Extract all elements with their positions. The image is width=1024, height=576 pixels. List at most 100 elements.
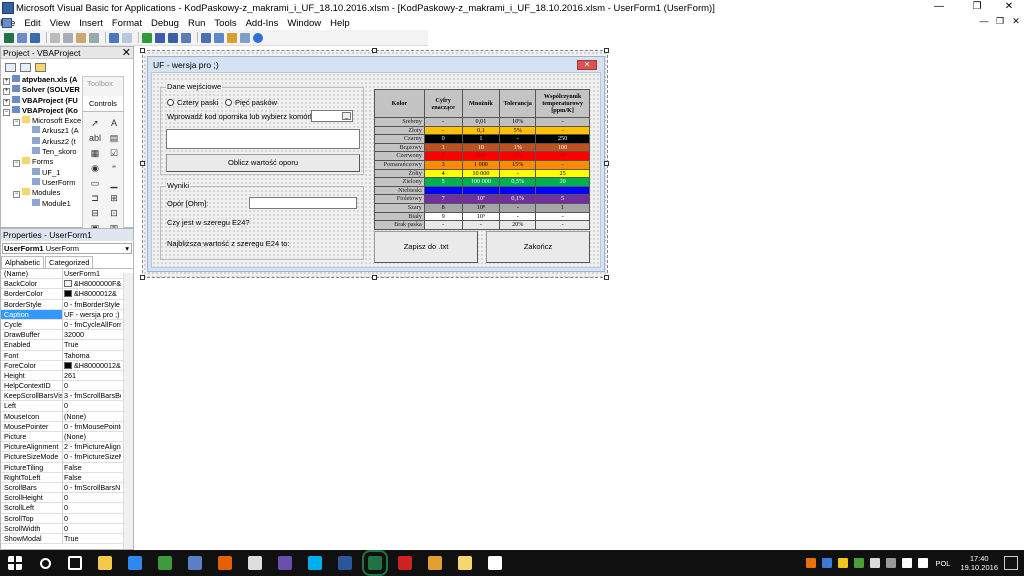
tray-icon[interactable] [918, 558, 929, 568]
property-value[interactable]: 3 - fmScrollBarsBo [63, 391, 121, 400]
property-row[interactable]: ScrollBars 0 - fmScrollBarsN [1, 482, 133, 494]
document-icon[interactable] [2, 18, 12, 28]
property-row[interactable]: PictureTiling False [1, 462, 133, 473]
tab-alphabetic[interactable]: Alphabetic [1, 256, 45, 268]
tray-icon[interactable] [886, 558, 897, 568]
toolbox-tool-icon[interactable]: ⁼ [107, 161, 121, 173]
menu-view[interactable]: View [50, 18, 70, 29]
save-to-txt-button[interactable]: Zapisz do .txt [374, 231, 478, 263]
break-icon[interactable] [155, 32, 165, 43]
run-icon[interactable] [142, 32, 152, 43]
property-row[interactable]: (Name) UserForm1 [1, 269, 133, 280]
app-circle-icon[interactable] [480, 550, 510, 576]
app-blue-doc-icon[interactable] [180, 550, 210, 576]
app-badge-icon[interactable] [270, 550, 300, 576]
store-icon[interactable] [120, 550, 150, 576]
input-frame[interactable]: Dane wejściowe Cztery paski Pięć pasków … [160, 82, 364, 175]
word-icon[interactable] [330, 550, 360, 576]
excel-icon[interactable] [360, 550, 390, 576]
toolbox-tool-icon[interactable]: ▭ [88, 176, 102, 188]
property-row[interactable]: ShowModal True [1, 533, 133, 545]
project-explorer-icon[interactable] [201, 32, 211, 43]
property-row[interactable]: Enabled True [1, 340, 133, 351]
tray-icon[interactable] [870, 558, 881, 568]
clock[interactable]: 17:40 19.10.2016 [960, 554, 998, 572]
collapse-icon[interactable]: − [3, 108, 10, 116]
toolbox-tool-icon[interactable]: ⊞ [107, 191, 121, 203]
resize-handle[interactable] [372, 48, 377, 53]
resize-handle[interactable] [140, 48, 145, 53]
property-value[interactable]: UserForm1 [63, 269, 121, 278]
restore-button[interactable]: ❐ [960, 0, 994, 14]
resistance-output[interactable] [249, 197, 357, 209]
copy-icon[interactable] [63, 32, 73, 43]
tab-categorized[interactable]: Categorized [45, 256, 94, 268]
userform-body[interactable]: Dane wejściowe Cztery paski Pięć pasków … [151, 72, 601, 268]
property-value[interactable]: (None) [63, 412, 121, 421]
property-value[interactable]: 32000 [63, 330, 121, 339]
toolbox-tool-icon[interactable]: ➚ [88, 116, 102, 128]
firefox-icon[interactable] [210, 550, 240, 576]
toolbox-tool-icon[interactable]: ▦ [88, 146, 102, 158]
skype-icon[interactable] [300, 550, 330, 576]
start-icon[interactable] [0, 550, 30, 576]
toolbox-icon[interactable] [240, 32, 250, 43]
menu-run[interactable]: Run [188, 18, 205, 29]
expand-icon[interactable]: + [3, 78, 10, 85]
property-row[interactable]: KeepScrollBarsVisib 3 - fmScrollBarsBo [1, 391, 133, 402]
resize-handle[interactable] [372, 275, 377, 280]
property-value[interactable]: 0 [63, 381, 121, 390]
property-value[interactable]: &H8000000F& [63, 279, 121, 288]
property-row[interactable]: BorderStyle 0 - fmBorderStyle [1, 299, 133, 310]
object-selector[interactable]: UserForm1 UserForm ▾ [2, 243, 132, 254]
save-icon[interactable] [30, 32, 40, 43]
property-value[interactable]: False [63, 473, 121, 482]
view-excel-icon[interactable] [4, 32, 14, 43]
property-row[interactable]: RightToLeft False [1, 472, 133, 483]
property-row[interactable]: MouseIcon (None) [1, 411, 133, 422]
tray-icon[interactable] [822, 558, 833, 568]
paste-icon[interactable] [76, 32, 86, 43]
doc-close-button[interactable]: ✕ [1008, 16, 1024, 27]
menu-window[interactable]: Window [287, 18, 321, 29]
menu-help[interactable]: Help [330, 18, 350, 29]
app-red-icon[interactable] [390, 550, 420, 576]
chevron-down-icon[interactable]: ▾ [125, 244, 129, 253]
exit-button[interactable]: Zakończ [486, 231, 590, 263]
undo-icon[interactable] [109, 32, 119, 43]
property-row[interactable]: Picture (None) [1, 432, 133, 443]
resize-handle[interactable] [140, 161, 145, 166]
menu-format[interactable]: Format [112, 18, 142, 29]
toolbox-tool-icon[interactable]: ⊐ [88, 191, 102, 203]
property-value[interactable]: 261 [63, 371, 121, 380]
property-row[interactable]: Left 0 [1, 401, 133, 412]
menu-edit[interactable]: Edit [24, 18, 40, 29]
view-code-icon[interactable] [5, 62, 16, 72]
property-value[interactable]: 0 - fmMousePointe [63, 422, 121, 431]
menu-tools[interactable]: Tools [214, 18, 236, 29]
collapse-icon[interactable]: − [13, 119, 20, 127]
property-row[interactable]: HelpContextID 0 [1, 381, 133, 392]
code-input[interactable] [166, 129, 360, 149]
doc-minimize-button[interactable]: — [976, 16, 992, 27]
property-value[interactable]: 0 [63, 401, 121, 410]
collapse-icon[interactable]: − [13, 160, 20, 168]
property-row[interactable]: PictureSizeMode 0 - fmPictureSizeM [1, 452, 133, 463]
toolbox-tool-icon[interactable]: A [107, 116, 121, 128]
property-row[interactable]: ScrollHeight 0 [1, 493, 133, 504]
calculate-button[interactable]: Oblicz wartość oporu [166, 154, 360, 172]
property-value[interactable]: &H80000012& [63, 361, 121, 370]
help-icon[interactable] [253, 32, 263, 43]
menu-insert[interactable]: Insert [79, 18, 103, 29]
property-value[interactable]: True [63, 340, 121, 349]
app-green-icon[interactable] [150, 550, 180, 576]
close-icon[interactable]: ✕ [577, 60, 597, 70]
property-row[interactable]: ScrollWidth 0 [1, 523, 133, 534]
property-value[interactable]: 0 [63, 524, 121, 533]
file-explorer-icon[interactable] [90, 550, 120, 576]
property-value[interactable]: 0 - fmScrollBarsN [63, 483, 121, 492]
resize-handle[interactable] [140, 275, 145, 280]
properties-scrollbar[interactable] [123, 273, 133, 549]
toolbox-controls-tab[interactable]: Controls [83, 96, 123, 112]
find-icon[interactable] [89, 32, 99, 43]
